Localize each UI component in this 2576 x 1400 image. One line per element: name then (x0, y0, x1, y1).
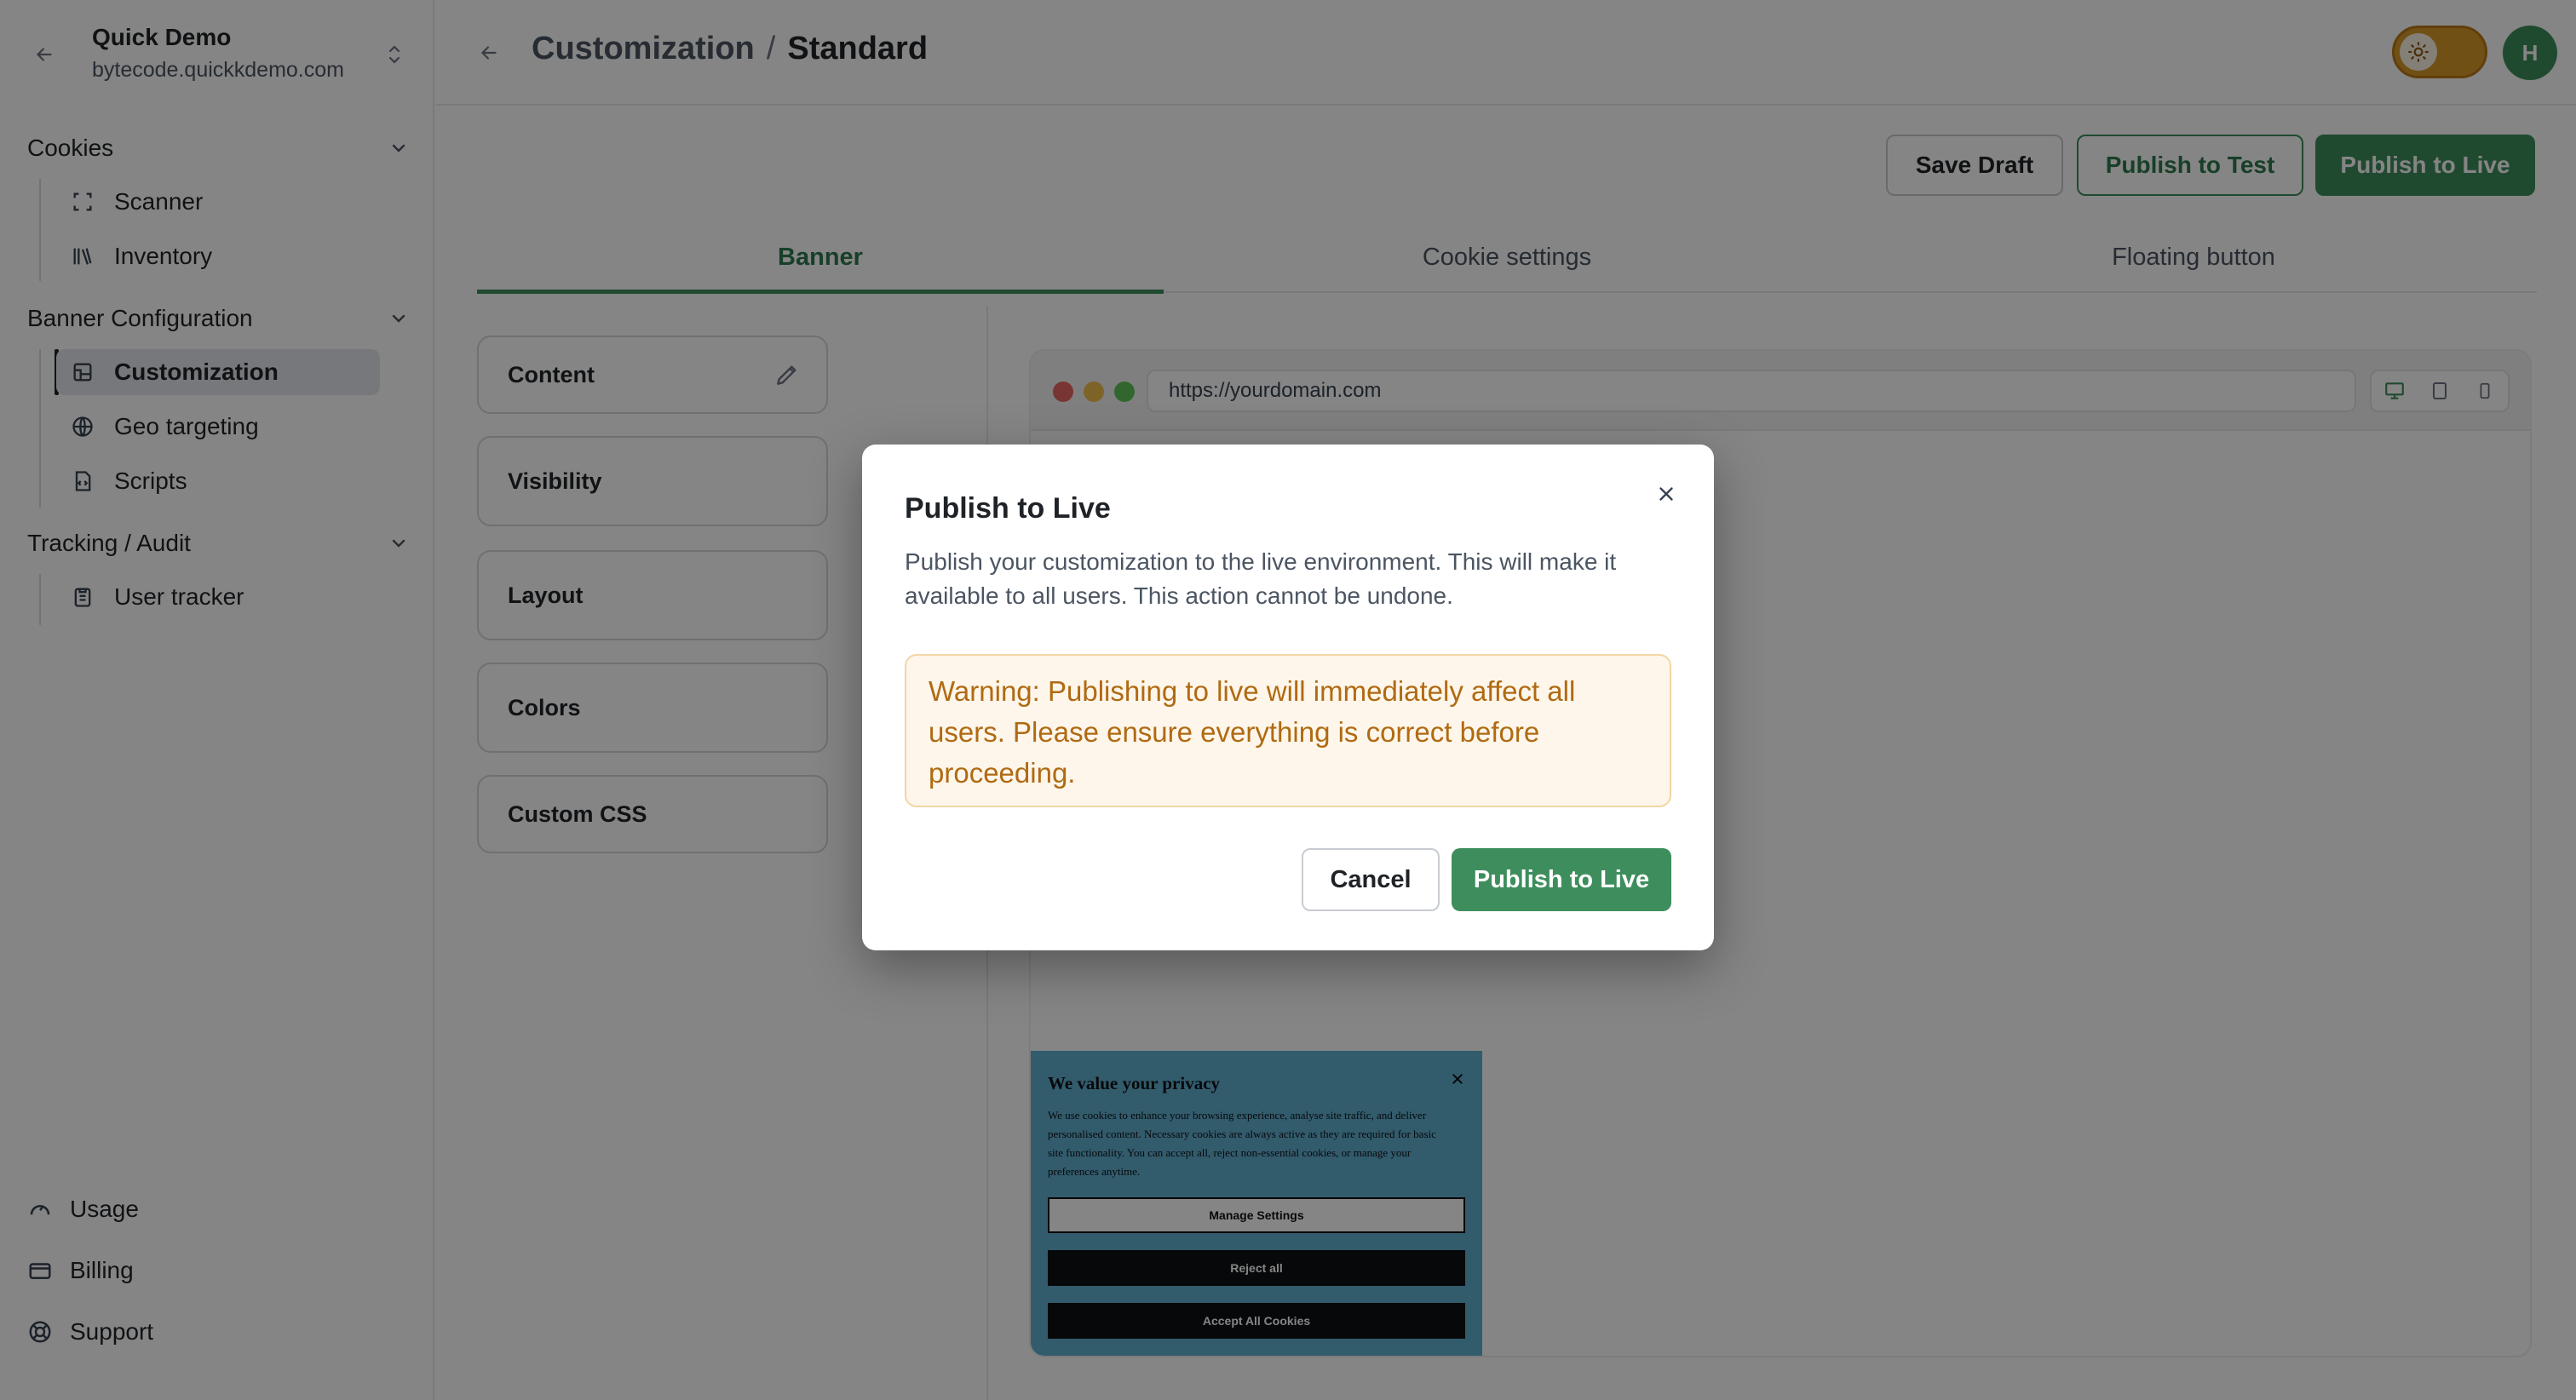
publish-dialog: Publish to Live Publish your customizati… (862, 445, 1714, 950)
warning-alert: Warning: Publishing to live will immedia… (905, 654, 1671, 807)
cancel-button[interactable]: Cancel (1302, 848, 1440, 911)
close-icon[interactable] (1647, 475, 1685, 513)
confirm-publish-button[interactable]: Publish to Live (1452, 848, 1671, 911)
dialog-description: Publish your customization to the live e… (905, 548, 1617, 609)
dialog-title: Publish to Live (905, 492, 1111, 525)
